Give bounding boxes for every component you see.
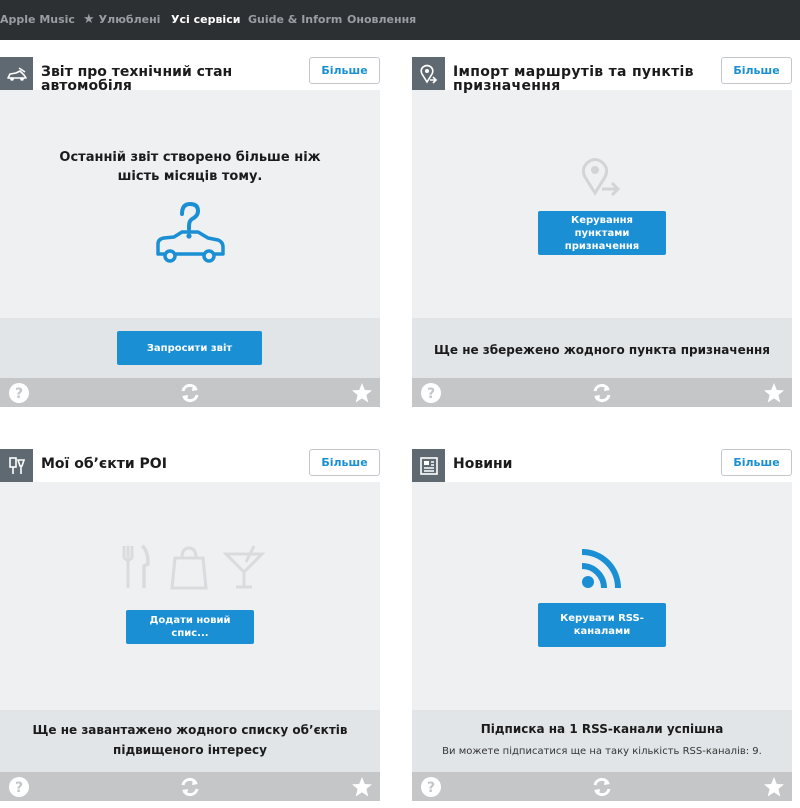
favorite-star-icon[interactable] — [762, 381, 785, 404]
import-routes-card: Імпорт маршрутів та пунктів призначення … — [412, 57, 792, 407]
card-toolbar: ? — [412, 378, 792, 407]
add-new-list-button[interactable]: Додати новий спис... — [126, 610, 254, 644]
favorite-star-icon[interactable] — [350, 381, 373, 404]
nav-item-favorites[interactable]: ★ Улюблені — [83, 0, 160, 40]
location-arrow-icon — [580, 155, 624, 199]
help-icon[interactable]: ? — [419, 775, 442, 798]
refresh-icon[interactable] — [590, 775, 613, 798]
card-header: Новини Більше — [412, 449, 792, 482]
status-message: Підписка на 1 RSS-канали успішна — [480, 722, 724, 736]
card-header: Звіт про технічний стан автомобіля Більш… — [0, 57, 380, 94]
status-submessage: Ви можете підписатися ще на таку кількіс… — [442, 746, 762, 757]
card-title: Імпорт маршрутів та пунктів призначення — [453, 64, 694, 94]
poi-card: Мої об’єкти POI Більше Додати новий спис… — [0, 449, 380, 801]
card-body: Додати новий спис... Ще не завантажено ж… — [0, 482, 380, 801]
report-message: Останній звіт створено більше ніж шість … — [59, 150, 321, 184]
poi-icon — [0, 449, 33, 482]
nav-item-all-services[interactable]: Усі сервіси — [171, 0, 240, 40]
card-toolbar: ? — [412, 772, 792, 801]
help-icon[interactable]: ? — [7, 775, 30, 798]
refresh-icon[interactable] — [178, 381, 201, 404]
poi-categories-icon — [118, 544, 268, 590]
svg-text:?: ? — [426, 386, 434, 402]
card-title: Звіт про технічний стан автомобіля — [41, 64, 233, 94]
refresh-icon[interactable] — [590, 381, 613, 404]
status-message: Ще не завантажено жодного списку об’єкті… — [32, 723, 348, 757]
more-button[interactable]: Більше — [309, 57, 380, 84]
card-body: Керувати RSS-каналами Підписка на 1 RSS-… — [412, 482, 792, 801]
top-navigation: Apple Music ★ Улюблені Усі сервіси Guide … — [0, 0, 800, 40]
help-icon[interactable]: ? — [7, 381, 30, 404]
favorite-star-icon[interactable] — [762, 775, 785, 798]
refresh-icon[interactable] — [178, 775, 201, 798]
status-message: Ще не збережено жодного пункта призначен… — [433, 343, 771, 357]
help-icon[interactable]: ? — [419, 381, 442, 404]
card-title: Мої об’єкти POI — [41, 456, 167, 472]
favorite-star-icon[interactable] — [350, 775, 373, 798]
vehicle-report-card: Звіт про технічний стан автомобіля Більш… — [0, 57, 380, 407]
card-header: Імпорт маршрутів та пунктів призначення … — [412, 57, 792, 94]
rss-icon — [580, 546, 624, 590]
svg-text:?: ? — [14, 386, 22, 402]
star-icon: ★ — [83, 12, 95, 27]
news-card: Новини Більше Керувати RSS-каналами Підп… — [412, 449, 792, 801]
card-title: Новини — [453, 456, 513, 472]
more-button[interactable]: Більше — [721, 449, 792, 476]
card-header: Мої об’єкти POI Більше — [0, 449, 380, 482]
nav-item-updates[interactable]: Оновлення — [347, 0, 416, 40]
manage-destinations-button[interactable]: Керування пунктами призначення — [538, 211, 666, 255]
car-wrench-icon — [0, 57, 33, 90]
card-body: Останній звіт створено більше ніж шість … — [0, 90, 380, 407]
svg-text:?: ? — [426, 780, 434, 796]
more-button[interactable]: Більше — [309, 449, 380, 476]
svg-text:?: ? — [14, 780, 22, 796]
manage-rss-button[interactable]: Керувати RSS-каналами — [538, 603, 666, 647]
location-pin-icon — [412, 57, 445, 90]
nav-item-guide-inform[interactable]: Guide & Inform — [248, 0, 342, 40]
card-toolbar: ? — [0, 772, 380, 801]
news-icon — [412, 449, 445, 482]
nav-item-favorites-label: Улюблені — [98, 13, 161, 26]
card-body: Керування пунктами призначення Ще не збе… — [412, 90, 792, 407]
request-report-button[interactable]: Запросити звіт — [117, 331, 262, 365]
car-question-icon — [152, 198, 228, 264]
nav-item-apple-music[interactable]: Apple Music — [0, 0, 75, 40]
card-toolbar: ? — [0, 378, 380, 407]
more-button[interactable]: Більше — [721, 57, 792, 84]
